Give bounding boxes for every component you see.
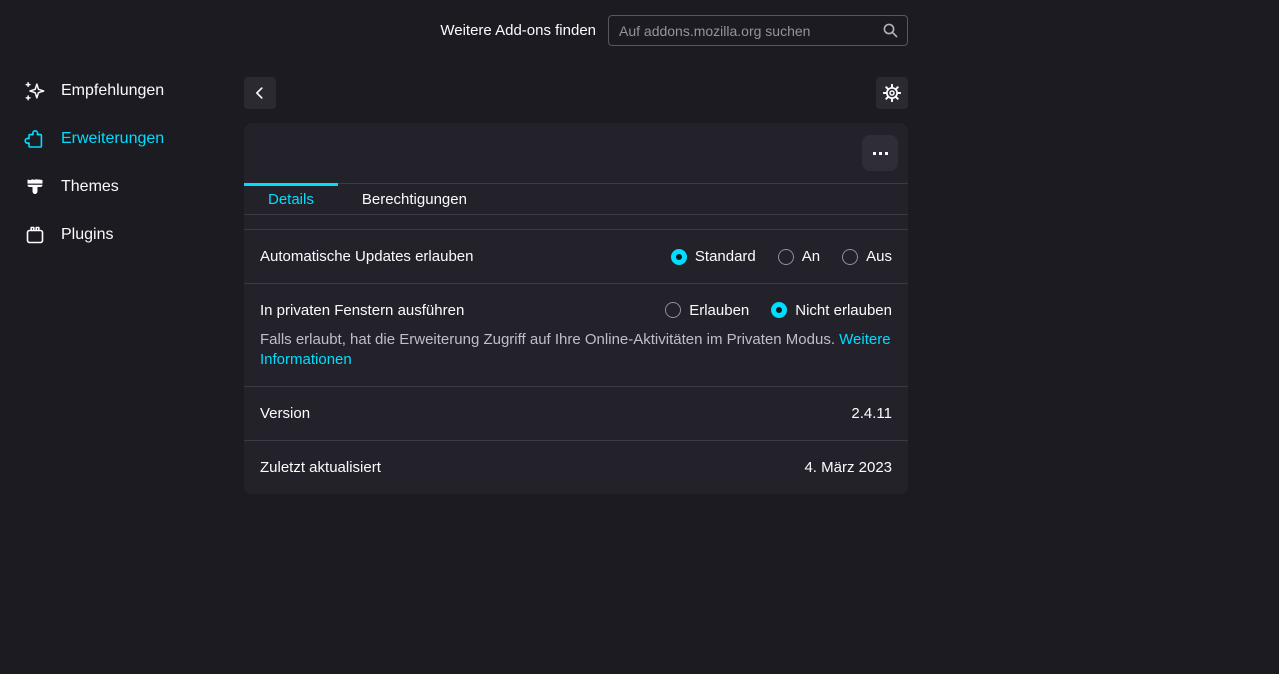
settings-button[interactable] bbox=[876, 77, 908, 109]
auto-updates-row: Automatische Updates erlauben Standard A… bbox=[244, 229, 908, 283]
radio-option-allow[interactable]: Erlauben bbox=[665, 302, 749, 319]
back-button[interactable] bbox=[244, 77, 276, 109]
radio-option-standard[interactable]: Standard bbox=[671, 248, 756, 265]
dot-icon bbox=[873, 152, 876, 155]
radio-label: Standard bbox=[695, 248, 756, 265]
tab-permissions[interactable]: Berechtigungen bbox=[338, 184, 491, 214]
addons-manager-page: Weitere Add-ons finden Empfehlungen bbox=[0, 0, 1279, 674]
radio-option-on[interactable]: An bbox=[778, 248, 820, 265]
sidebar-item-label: Plugins bbox=[61, 226, 113, 244]
radio-icon[interactable] bbox=[778, 249, 794, 265]
private-browsing-row: In privaten Fenstern ausführen Erlauben … bbox=[244, 283, 908, 386]
private-browsing-description: Falls erlaubt, hat die Erweiterung Zugri… bbox=[260, 330, 892, 370]
sidebar-item-label: Themes bbox=[61, 178, 119, 196]
topbar: Weitere Add-ons finden bbox=[244, 15, 908, 46]
search-icon bbox=[882, 22, 899, 43]
puzzle-icon bbox=[24, 128, 46, 150]
tab-details[interactable]: Details bbox=[244, 184, 338, 214]
dot-icon bbox=[879, 152, 882, 155]
dot-icon bbox=[885, 152, 888, 155]
auto-updates-label: Automatische Updates erlauben bbox=[260, 248, 473, 265]
radio-label: Nicht erlauben bbox=[795, 302, 892, 319]
radio-icon[interactable] bbox=[842, 249, 858, 265]
private-browsing-label: In privaten Fenstern ausführen bbox=[260, 302, 464, 319]
auto-updates-radio-group: Standard An Aus bbox=[671, 248, 892, 265]
detail-tabstrip: Details Berechtigungen bbox=[244, 183, 908, 215]
chevron-left-icon bbox=[251, 84, 269, 102]
description-text: Falls erlaubt, hat die Erweiterung Zugri… bbox=[260, 331, 839, 348]
addons-search bbox=[608, 15, 908, 46]
radio-option-off[interactable]: Aus bbox=[842, 248, 892, 265]
last-updated-value: 4. März 2023 bbox=[804, 459, 892, 476]
radio-label: An bbox=[802, 248, 820, 265]
version-label: Version bbox=[260, 405, 310, 422]
detail-toolbar bbox=[244, 77, 908, 109]
addon-card-header bbox=[244, 123, 908, 183]
details-panel: Automatische Updates erlauben Standard A… bbox=[244, 215, 908, 494]
plug-icon bbox=[24, 224, 46, 246]
sidebar-item-plugins[interactable]: Plugins bbox=[16, 211, 228, 259]
last-updated-label: Zuletzt aktualisiert bbox=[260, 459, 381, 476]
sidebar-item-extensions[interactable]: Erweiterungen bbox=[16, 115, 228, 163]
radio-icon[interactable] bbox=[771, 302, 787, 318]
radio-icon[interactable] bbox=[665, 302, 681, 318]
sparkle-icon bbox=[24, 80, 46, 102]
addon-detail-view: Details Berechtigungen Automatische Upda… bbox=[244, 77, 908, 494]
addons-search-input[interactable] bbox=[608, 15, 908, 46]
last-updated-row: Zuletzt aktualisiert 4. März 2023 bbox=[244, 440, 908, 494]
radio-option-dont-allow[interactable]: Nicht erlauben bbox=[771, 302, 892, 319]
private-browsing-radio-group: Erlauben Nicht erlauben bbox=[665, 302, 892, 319]
more-options-button[interactable] bbox=[862, 135, 898, 171]
radio-icon[interactable] bbox=[671, 249, 687, 265]
find-addons-label: Weitere Add-ons finden bbox=[440, 22, 596, 39]
sidebar-item-label: Erweiterungen bbox=[61, 130, 164, 148]
addon-detail-card: Details Berechtigungen Automatische Upda… bbox=[244, 123, 908, 494]
sidebar-item-themes[interactable]: Themes bbox=[16, 163, 228, 211]
paintbrush-icon bbox=[24, 176, 46, 198]
sidebar-item-label: Empfehlungen bbox=[61, 82, 164, 100]
categories-sidebar: Empfehlungen Erweiterungen Themes Plugin… bbox=[16, 67, 228, 259]
radio-label: Erlauben bbox=[689, 302, 749, 319]
gear-icon bbox=[882, 83, 902, 103]
version-row: Version 2.4.11 bbox=[244, 386, 908, 440]
radio-label: Aus bbox=[866, 248, 892, 265]
version-value: 2.4.11 bbox=[851, 405, 892, 422]
sidebar-item-recommendations[interactable]: Empfehlungen bbox=[16, 67, 228, 115]
